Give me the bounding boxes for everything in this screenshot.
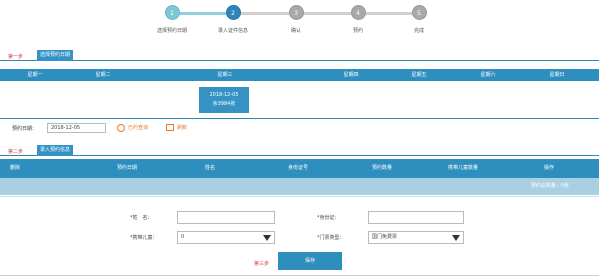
step-circle: 2: [225, 5, 241, 20]
weekday-header: 星期三: [217, 72, 233, 78]
ticket-type-label: *门票类型：: [317, 235, 345, 241]
booking-summary-row: 预约总数量：0张: [0, 178, 599, 195]
ticket-type-value: 国门免费票: [372, 234, 398, 240]
step-circle: 4: [350, 5, 366, 20]
step-label: 录入证件信息: [217, 28, 248, 34]
step-indicator: 第二步: [8, 149, 24, 155]
refresh-icon: [166, 124, 174, 131]
name-input[interactable]: [177, 211, 275, 224]
column-header: 操作: [543, 165, 555, 171]
section-header: 第二步 录入预约信息: [0, 145, 599, 156]
child-count-select[interactable]: 0: [177, 231, 275, 244]
weekday-header: 星期二: [95, 72, 111, 78]
refresh-label: 刷新: [177, 125, 188, 131]
date-input[interactable]: 2018-12-05: [47, 123, 106, 133]
booked-query-link[interactable]: 已约查询: [117, 123, 148, 133]
column-header: 删除: [9, 165, 21, 171]
cell-remaining: 余3984张: [212, 101, 236, 107]
booked-query-label: 已约查询: [128, 125, 149, 131]
section-enter-info: 第二步 录入预约信息: [0, 145, 599, 156]
section-header: 第一步 选择预约日期: [0, 50, 599, 61]
weekday-header: 星期六: [480, 72, 496, 78]
total-count: 预约总数量：0张: [530, 183, 569, 189]
step-indicator: 第一步: [8, 54, 24, 60]
section-select-date: 第一步 选择预约日期: [0, 50, 599, 61]
calendar-header: 星期一 星期二 星期三 星期四 星期五 星期六 星期日: [0, 69, 599, 81]
step-2: 2 录入证件信息: [203, 5, 263, 34]
tab-enter-info[interactable]: 录入预约信息: [37, 145, 74, 156]
chevron-down-icon: [263, 235, 271, 241]
step-label: 完成: [413, 28, 424, 34]
weekday-header: 星期四: [343, 72, 359, 78]
column-header: 携带儿童数量: [447, 165, 479, 171]
weekday-header: 星期一: [27, 72, 43, 78]
column-header: 姓名: [204, 165, 216, 171]
column-header: 身份证号: [287, 165, 309, 171]
step-3: 3 确认: [266, 5, 326, 34]
step-label: 确认: [290, 28, 301, 34]
step-label: 选择预约日期: [156, 28, 187, 34]
step-circle: 3: [288, 5, 304, 20]
progress-stepper: 1 选择预约日期 2 录入证件信息 3 确认 4 预约 5 完成: [0, 0, 599, 40]
refresh-link[interactable]: 刷新: [166, 123, 187, 133]
weekday-header: 星期日: [549, 72, 565, 78]
cell-date: 2018-12-05: [209, 92, 239, 98]
step-4: 4 预约: [328, 5, 388, 34]
entry-form: *姓 名： *身份证： *携带儿童： 0 *门票类型： 国门免费票 第三步 保存: [0, 196, 599, 276]
chevron-down-icon: [452, 235, 460, 241]
column-header: 预约日期: [116, 165, 138, 171]
id-number-input[interactable]: [368, 211, 464, 224]
save-button[interactable]: 保存: [278, 252, 342, 270]
calendar-date-cell[interactable]: 2018-12-05 余3984张: [199, 87, 249, 113]
step-1: 1 选择预约日期: [142, 5, 202, 34]
date-label: 预约日期：: [12, 126, 38, 132]
booking-table-header: 删除 预约日期 姓名 身份证号 预约数量 携带儿童数量 操作: [0, 159, 599, 178]
child-count-value: 0: [181, 234, 185, 240]
weekday-header: 星期五: [411, 72, 427, 78]
id-label: *身份证：: [317, 215, 340, 221]
calendar-body: 2018-12-05 余3984张: [0, 81, 599, 119]
step-label: 预约: [352, 28, 363, 34]
step-circle: 5: [411, 5, 427, 20]
child-label: *携带儿童：: [130, 235, 158, 241]
step-circle: 1: [164, 5, 180, 20]
ticket-type-select[interactable]: 国门免费票: [368, 231, 464, 244]
step-5: 5 完成: [389, 5, 449, 34]
date-row: 预约日期： 2018-12-05 已约查询 刷新: [0, 122, 599, 134]
clock-icon: [117, 123, 125, 132]
column-header: 预约数量: [371, 165, 393, 171]
name-label: *姓 名：: [130, 215, 153, 221]
tab-select-date[interactable]: 选择预约日期: [37, 50, 74, 61]
step-indicator: 第三步: [254, 261, 270, 267]
